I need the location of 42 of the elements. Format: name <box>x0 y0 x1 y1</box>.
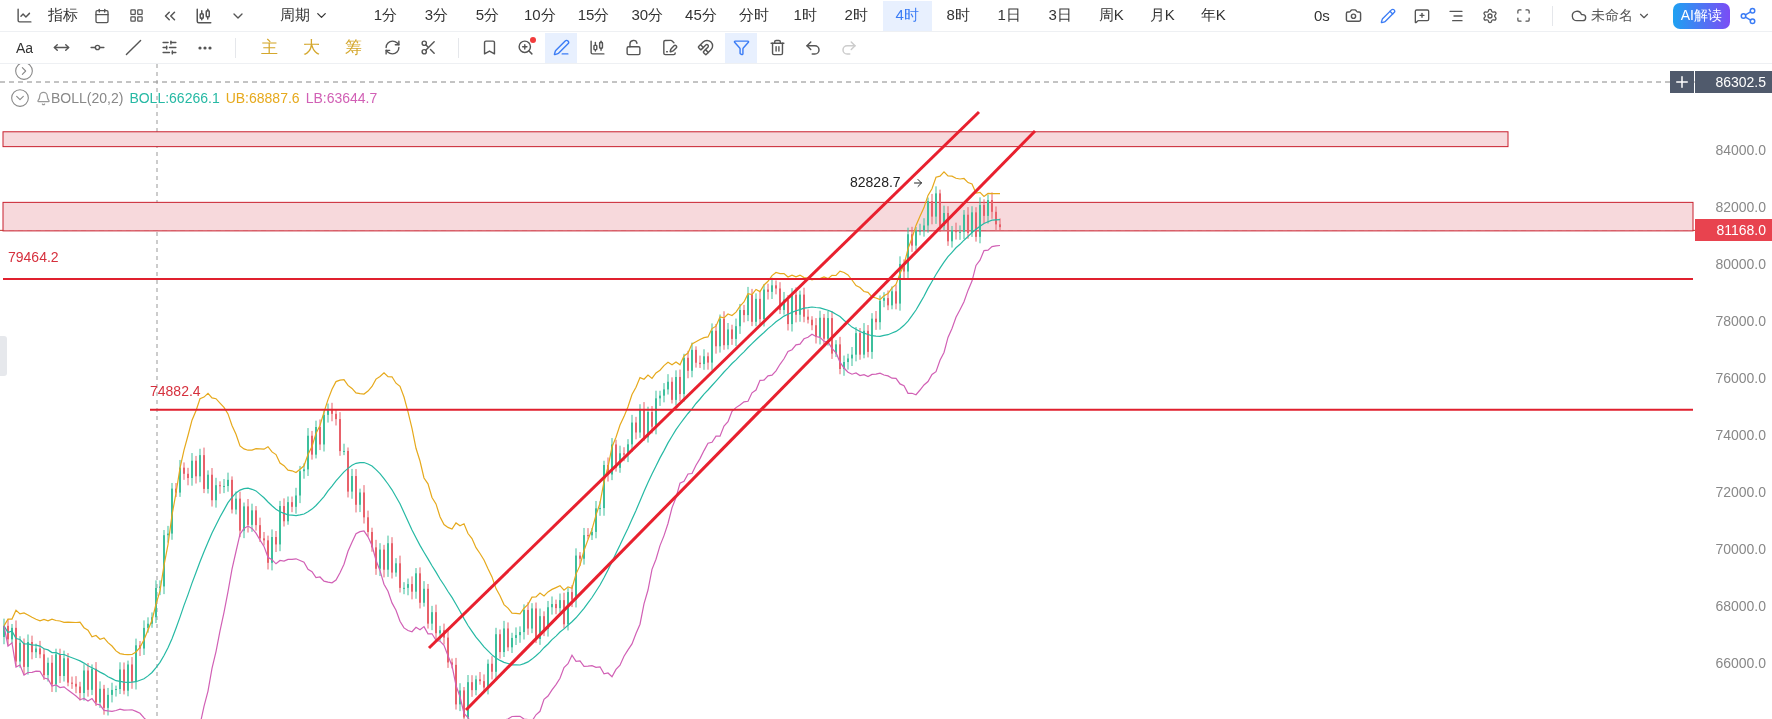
period-menu[interactable]: 周期 <box>274 6 335 25</box>
period-tab[interactable]: 4时 <box>882 0 932 31</box>
indicator-value: UB:68887.6 <box>225 90 300 106</box>
price-tick: 68000.0 <box>1715 597 1766 614</box>
period-tab[interactable]: 分时 <box>728 0 779 31</box>
level-label: 79464.2 <box>8 248 59 265</box>
price-tick: 76000.0 <box>1715 369 1766 386</box>
indicator-value: LB:63644.7 <box>305 90 378 106</box>
period-tab[interactable]: 周K <box>1086 0 1136 31</box>
font-button[interactable]: Aa <box>8 39 42 56</box>
period-tab[interactable]: 1日 <box>984 0 1034 31</box>
indicator-name: BOLL(20,2) <box>51 90 124 106</box>
period-tab[interactable]: 15分 <box>567 0 620 31</box>
ai-button[interactable]: AI解读 <box>1672 2 1730 29</box>
indicator-value: BOLL:66266.1 <box>129 90 220 106</box>
period-tab[interactable]: 3分 <box>412 0 461 31</box>
period-tab[interactable]: 年K <box>1188 0 1238 31</box>
layout-name-menu[interactable]: 未命名 <box>1564 6 1657 25</box>
period-tab[interactable]: 10分 <box>514 0 566 31</box>
high-price-label: 82828.7 <box>850 174 901 190</box>
timer-text: 0s <box>1312 7 1331 24</box>
indicator-menu[interactable]: 指标 <box>42 6 84 25</box>
crosshair-price-tag: 86302.5 <box>1695 71 1772 93</box>
period-tab[interactable]: 45分 <box>675 0 727 31</box>
price-tick: 66000.0 <box>1715 654 1766 671</box>
period-tab[interactable]: 1时 <box>780 0 830 31</box>
period-tab[interactable]: 5分 <box>463 0 512 31</box>
period-tab[interactable]: 2时 <box>831 0 881 31</box>
price-tick: 70000.0 <box>1715 540 1766 557</box>
price-tick: 84000.0 <box>1715 141 1766 158</box>
period-tab[interactable]: 30分 <box>621 0 674 31</box>
price-tick: 78000.0 <box>1715 312 1766 329</box>
price-tick: 74000.0 <box>1715 426 1766 443</box>
period-tab[interactable]: 8时 <box>933 0 983 31</box>
period-tab[interactable]: 月K <box>1137 0 1187 31</box>
price-tick: 80000.0 <box>1715 255 1766 272</box>
level-label: 74882.4 <box>150 382 201 399</box>
price-tick: 82000.0 <box>1715 198 1766 215</box>
price-tick: 72000.0 <box>1715 483 1766 500</box>
last-price-tag: 81168.0 <box>1695 219 1772 242</box>
period-tab[interactable]: 3日 <box>1035 0 1085 31</box>
period-tab[interactable]: 1分 <box>361 0 410 31</box>
